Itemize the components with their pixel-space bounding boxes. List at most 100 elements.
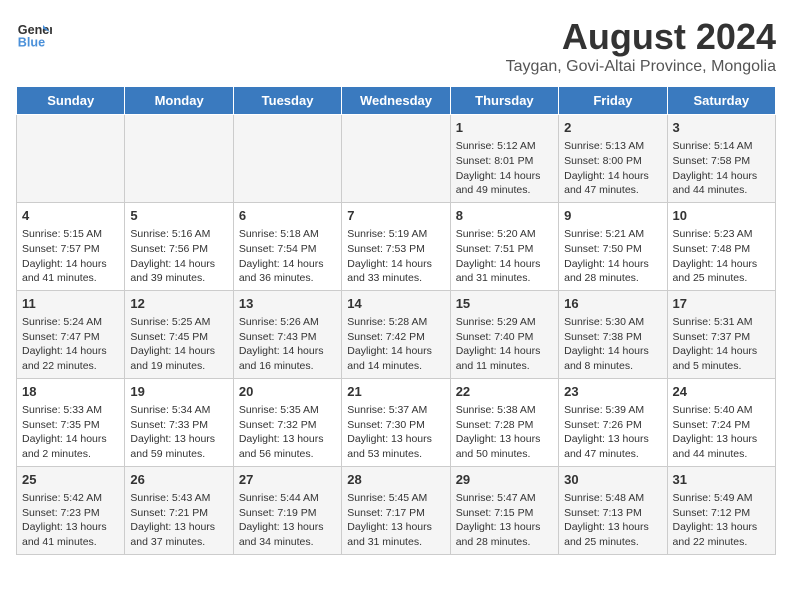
calendar-week-2: 11 Sunrise: 5:24 AM Sunset: 7:47 PM Dayli… bbox=[17, 290, 776, 378]
calendar-cell: 2 Sunrise: 5:13 AM Sunset: 8:00 PM Daylig… bbox=[559, 115, 667, 203]
calendar-cell: 29 Sunrise: 5:47 AM Sunset: 7:15 PM Dayli… bbox=[450, 466, 558, 554]
title-area: August 2024 Taygan, Govi-Altai Province,… bbox=[506, 16, 776, 76]
day-number: 16 bbox=[564, 295, 661, 313]
day-info: Sunrise: 5:34 AM Sunset: 7:33 PM Dayligh… bbox=[130, 403, 227, 462]
calendar-cell: 28 Sunrise: 5:45 AM Sunset: 7:17 PM Dayli… bbox=[342, 466, 450, 554]
day-number: 12 bbox=[130, 295, 227, 313]
day-number: 11 bbox=[22, 295, 119, 313]
calendar-cell: 23Sunrise: 5:39 AM Sunset: 7:26 PM Dayli… bbox=[559, 378, 667, 466]
calendar-cell: 3 Sunrise: 5:14 AM Sunset: 7:58 PM Daylig… bbox=[667, 115, 775, 203]
day-number: 30 bbox=[564, 471, 661, 489]
day-info: Sunrise: 5:42 AM Sunset: 7:23 PM Dayligh… bbox=[22, 491, 119, 550]
day-info: Sunrise: 5:25 AM Sunset: 7:45 PM Dayligh… bbox=[130, 315, 227, 374]
calendar-cell: 24 Sunrise: 5:40 AM Sunset: 7:24 PM Dayli… bbox=[667, 378, 775, 466]
calendar-cell: 31 Sunrise: 5:49 AM Sunset: 7:12 PM Dayli… bbox=[667, 466, 775, 554]
day-info: Sunrise: 5:47 AM Sunset: 7:15 PM Dayligh… bbox=[456, 491, 553, 550]
day-number: 13 bbox=[239, 295, 336, 313]
calendar-body: 1Sunrise: 5:12 AM Sunset: 8:01 PM Daylig… bbox=[17, 115, 776, 555]
day-number: 28 bbox=[347, 471, 444, 489]
day-number: 22 bbox=[456, 383, 553, 401]
calendar-table: SundayMondayTuesdayWednesdayThursdayFrid… bbox=[16, 86, 776, 555]
day-info: Sunrise: 5:33 AM Sunset: 7:35 PM Dayligh… bbox=[22, 403, 119, 462]
day-info: Sunrise: 5:48 AM Sunset: 7:13 PM Dayligh… bbox=[564, 491, 661, 550]
header-row: SundayMondayTuesdayWednesdayThursdayFrid… bbox=[17, 87, 776, 115]
day-number: 24 bbox=[673, 383, 770, 401]
calendar-cell bbox=[17, 115, 125, 203]
day-info: Sunrise: 5:20 AM Sunset: 7:51 PM Dayligh… bbox=[456, 227, 553, 286]
calendar-cell: 9Sunrise: 5:21 AM Sunset: 7:50 PM Daylig… bbox=[559, 202, 667, 290]
header: General Blue August 2024 Taygan, Govi-Al… bbox=[16, 16, 776, 76]
calendar-week-1: 4 Sunrise: 5:15 AM Sunset: 7:57 PM Daylig… bbox=[17, 202, 776, 290]
calendar-cell: 16 Sunrise: 5:30 AM Sunset: 7:38 PM Dayli… bbox=[559, 290, 667, 378]
calendar-cell: 21Sunrise: 5:37 AM Sunset: 7:30 PM Dayli… bbox=[342, 378, 450, 466]
calendar-week-0: 1Sunrise: 5:12 AM Sunset: 8:01 PM Daylig… bbox=[17, 115, 776, 203]
day-info: Sunrise: 5:26 AM Sunset: 7:43 PM Dayligh… bbox=[239, 315, 336, 374]
day-info: Sunrise: 5:29 AM Sunset: 7:40 PM Dayligh… bbox=[456, 315, 553, 374]
day-number: 23 bbox=[564, 383, 661, 401]
day-info: Sunrise: 5:19 AM Sunset: 7:53 PM Dayligh… bbox=[347, 227, 444, 286]
day-number: 15 bbox=[456, 295, 553, 313]
day-number: 31 bbox=[673, 471, 770, 489]
calendar-cell bbox=[233, 115, 341, 203]
header-cell-saturday: Saturday bbox=[667, 87, 775, 115]
day-number: 2 bbox=[564, 119, 661, 137]
calendar-cell: 25 Sunrise: 5:42 AM Sunset: 7:23 PM Dayli… bbox=[17, 466, 125, 554]
calendar-cell: 26 Sunrise: 5:43 AM Sunset: 7:21 PM Dayli… bbox=[125, 466, 233, 554]
calendar-cell: 27Sunrise: 5:44 AM Sunset: 7:19 PM Dayli… bbox=[233, 466, 341, 554]
calendar-header: SundayMondayTuesdayWednesdayThursdayFrid… bbox=[17, 87, 776, 115]
calendar-cell: 20 Sunrise: 5:35 AM Sunset: 7:32 PM Dayli… bbox=[233, 378, 341, 466]
header-cell-friday: Friday bbox=[559, 87, 667, 115]
calendar-cell: 11 Sunrise: 5:24 AM Sunset: 7:47 PM Dayli… bbox=[17, 290, 125, 378]
day-number: 27 bbox=[239, 471, 336, 489]
calendar-cell: 1Sunrise: 5:12 AM Sunset: 8:01 PM Daylig… bbox=[450, 115, 558, 203]
calendar-cell: 14Sunrise: 5:28 AM Sunset: 7:42 PM Dayli… bbox=[342, 290, 450, 378]
day-number: 29 bbox=[456, 471, 553, 489]
day-info: Sunrise: 5:28 AM Sunset: 7:42 PM Dayligh… bbox=[347, 315, 444, 374]
calendar-cell: 22 Sunrise: 5:38 AM Sunset: 7:28 PM Dayli… bbox=[450, 378, 558, 466]
day-number: 4 bbox=[22, 207, 119, 225]
header-cell-tuesday: Tuesday bbox=[233, 87, 341, 115]
day-number: 17 bbox=[673, 295, 770, 313]
subtitle: Taygan, Govi-Altai Province, Mongolia bbox=[506, 58, 776, 76]
day-info: Sunrise: 5:13 AM Sunset: 8:00 PM Dayligh… bbox=[564, 139, 661, 198]
day-info: Sunrise: 5:38 AM Sunset: 7:28 PM Dayligh… bbox=[456, 403, 553, 462]
day-number: 18 bbox=[22, 383, 119, 401]
day-number: 26 bbox=[130, 471, 227, 489]
day-number: 7 bbox=[347, 207, 444, 225]
header-cell-wednesday: Wednesday bbox=[342, 87, 450, 115]
day-info: Sunrise: 5:49 AM Sunset: 7:12 PM Dayligh… bbox=[673, 491, 770, 550]
header-cell-monday: Monday bbox=[125, 87, 233, 115]
header-cell-thursday: Thursday bbox=[450, 87, 558, 115]
calendar-cell: 6Sunrise: 5:18 AM Sunset: 7:54 PM Daylig… bbox=[233, 202, 341, 290]
day-info: Sunrise: 5:14 AM Sunset: 7:58 PM Dayligh… bbox=[673, 139, 770, 198]
day-number: 25 bbox=[22, 471, 119, 489]
day-number: 20 bbox=[239, 383, 336, 401]
calendar-cell: 10Sunrise: 5:23 AM Sunset: 7:48 PM Dayli… bbox=[667, 202, 775, 290]
day-number: 3 bbox=[673, 119, 770, 137]
day-info: Sunrise: 5:15 AM Sunset: 7:57 PM Dayligh… bbox=[22, 227, 119, 286]
calendar-cell: 15 Sunrise: 5:29 AM Sunset: 7:40 PM Dayli… bbox=[450, 290, 558, 378]
day-info: Sunrise: 5:43 AM Sunset: 7:21 PM Dayligh… bbox=[130, 491, 227, 550]
day-info: Sunrise: 5:40 AM Sunset: 7:24 PM Dayligh… bbox=[673, 403, 770, 462]
day-info: Sunrise: 5:24 AM Sunset: 7:47 PM Dayligh… bbox=[22, 315, 119, 374]
calendar-cell: 12 Sunrise: 5:25 AM Sunset: 7:45 PM Dayli… bbox=[125, 290, 233, 378]
svg-text:Blue: Blue bbox=[18, 36, 45, 50]
day-info: Sunrise: 5:37 AM Sunset: 7:30 PM Dayligh… bbox=[347, 403, 444, 462]
main-title: August 2024 bbox=[506, 16, 776, 58]
header-cell-sunday: Sunday bbox=[17, 87, 125, 115]
calendar-week-4: 25 Sunrise: 5:42 AM Sunset: 7:23 PM Dayli… bbox=[17, 466, 776, 554]
calendar-cell: 8 Sunrise: 5:20 AM Sunset: 7:51 PM Daylig… bbox=[450, 202, 558, 290]
calendar-cell: 19Sunrise: 5:34 AM Sunset: 7:33 PM Dayli… bbox=[125, 378, 233, 466]
calendar-week-3: 18 Sunrise: 5:33 AM Sunset: 7:35 PM Dayli… bbox=[17, 378, 776, 466]
calendar-cell: 18 Sunrise: 5:33 AM Sunset: 7:35 PM Dayli… bbox=[17, 378, 125, 466]
calendar-cell: 17 Sunrise: 5:31 AM Sunset: 7:37 PM Dayli… bbox=[667, 290, 775, 378]
day-info: Sunrise: 5:35 AM Sunset: 7:32 PM Dayligh… bbox=[239, 403, 336, 462]
day-info: Sunrise: 5:16 AM Sunset: 7:56 PM Dayligh… bbox=[130, 227, 227, 286]
day-info: Sunrise: 5:31 AM Sunset: 7:37 PM Dayligh… bbox=[673, 315, 770, 374]
day-info: Sunrise: 5:30 AM Sunset: 7:38 PM Dayligh… bbox=[564, 315, 661, 374]
day-info: Sunrise: 5:45 AM Sunset: 7:17 PM Dayligh… bbox=[347, 491, 444, 550]
calendar-cell: 13 Sunrise: 5:26 AM Sunset: 7:43 PM Dayli… bbox=[233, 290, 341, 378]
calendar-cell bbox=[342, 115, 450, 203]
calendar-cell: 5Sunrise: 5:16 AM Sunset: 7:56 PM Daylig… bbox=[125, 202, 233, 290]
day-number: 8 bbox=[456, 207, 553, 225]
